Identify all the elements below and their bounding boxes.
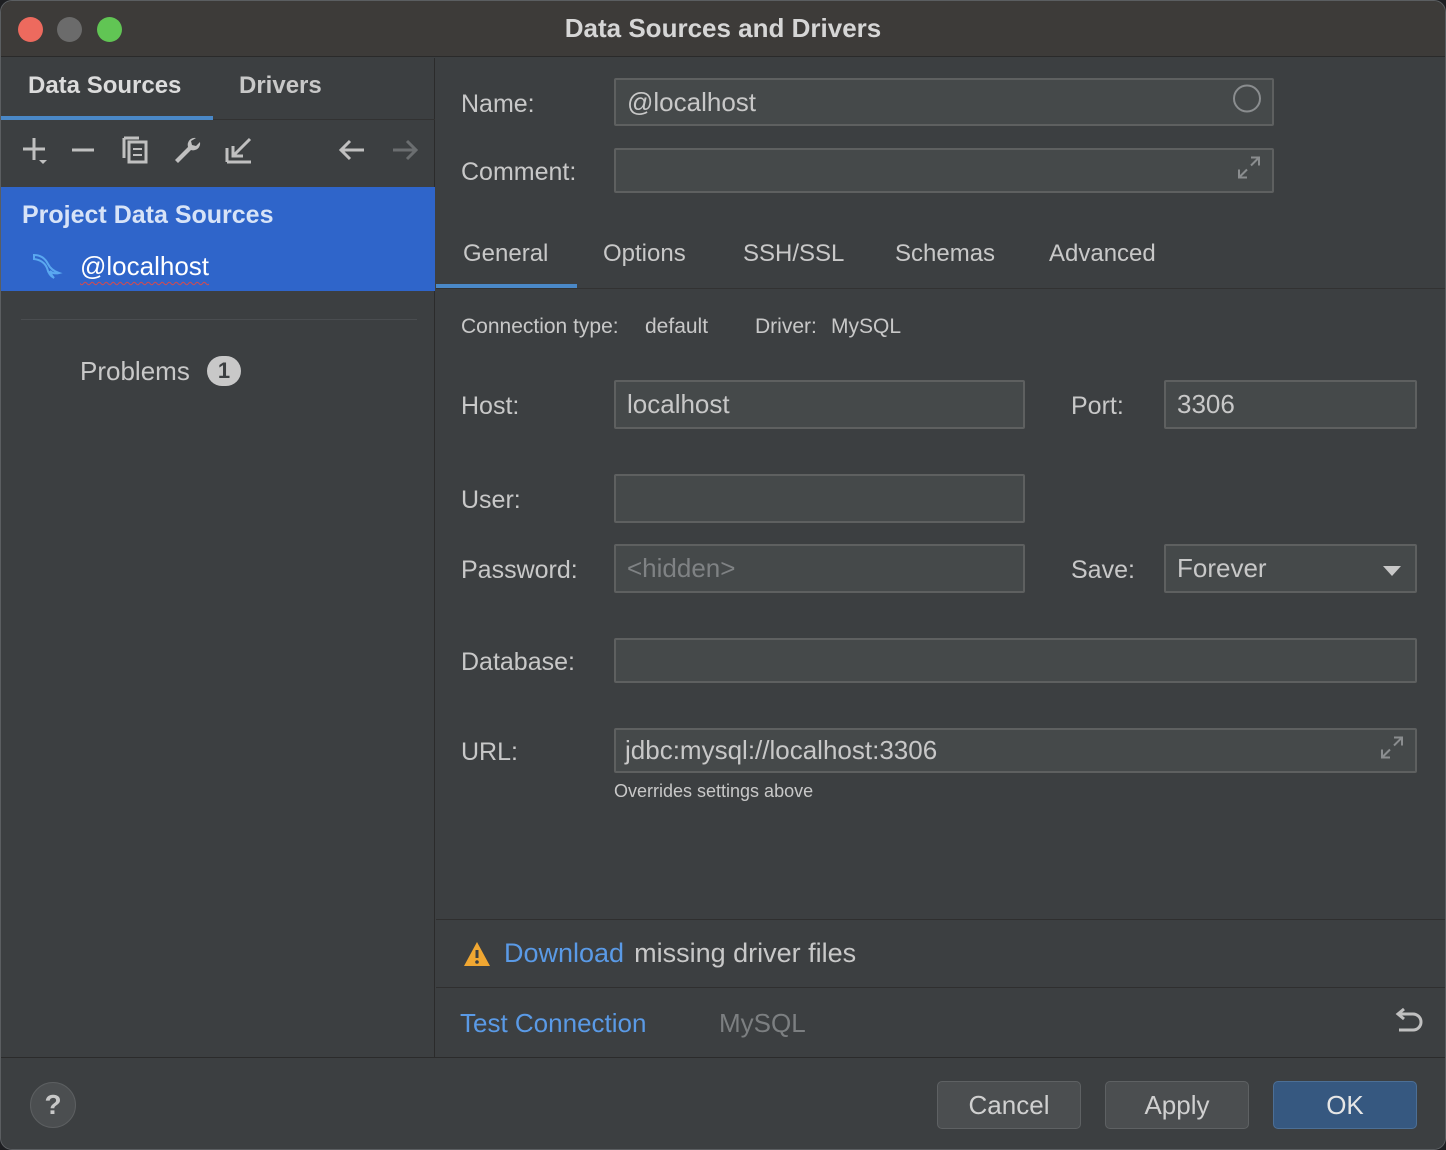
name-field[interactable]: @localhost bbox=[614, 78, 1274, 126]
expand-icon[interactable] bbox=[1236, 154, 1262, 187]
help-button[interactable]: ? bbox=[30, 1082, 76, 1128]
url-label: URL: bbox=[461, 738, 518, 766]
url-value: jdbc:mysql://localhost:3306 bbox=[625, 735, 938, 765]
download-link[interactable]: Download bbox=[504, 938, 624, 969]
active-tab-indicator bbox=[436, 284, 577, 288]
import-icon[interactable] bbox=[223, 134, 255, 166]
port-field[interactable]: 3306 bbox=[1164, 380, 1417, 429]
host-field[interactable]: localhost bbox=[614, 380, 1025, 429]
test-connection-link[interactable]: Test Connection bbox=[460, 1008, 646, 1039]
driver-warning: Download missing driver files bbox=[462, 938, 856, 969]
warning-icon bbox=[464, 941, 490, 966]
problems-count-badge: 1 bbox=[207, 356, 241, 386]
driver-name: MySQL bbox=[719, 1008, 806, 1038]
driver-label: Driver: bbox=[755, 315, 817, 338]
password-placeholder: <hidden> bbox=[627, 553, 736, 583]
tab-schemas[interactable]: Schemas bbox=[895, 240, 995, 268]
sidebar-tabs: Data Sources Drivers bbox=[1, 58, 435, 120]
host-value: localhost bbox=[627, 389, 730, 419]
back-arrow-icon[interactable] bbox=[336, 134, 368, 166]
save-label: Save: bbox=[1071, 556, 1135, 584]
revert-icon[interactable] bbox=[1391, 1006, 1425, 1040]
url-field[interactable]: jdbc:mysql://localhost:3306 bbox=[614, 728, 1417, 773]
tree-group-header[interactable]: Project Data Sources bbox=[22, 201, 274, 230]
tab-general[interactable]: General bbox=[463, 240, 548, 268]
divider bbox=[436, 987, 1445, 988]
color-picker-icon[interactable] bbox=[1232, 84, 1262, 121]
port-label: Port: bbox=[1071, 392, 1124, 420]
driver-link[interactable]: MySQL bbox=[831, 315, 901, 339]
database-label: Database: bbox=[461, 648, 575, 676]
mysql-dolphin-icon bbox=[31, 249, 63, 281]
main-panel: Name: @localhost Comment: General Option… bbox=[436, 58, 1445, 1057]
warning-text: missing driver files bbox=[634, 938, 857, 968]
add-icon[interactable] bbox=[19, 134, 51, 166]
forward-arrow-icon[interactable] bbox=[389, 134, 421, 166]
wrench-icon[interactable] bbox=[171, 134, 203, 166]
expand-icon[interactable] bbox=[1379, 734, 1405, 767]
sidebar: Data Sources Drivers Project Data Source… bbox=[1, 58, 435, 1057]
save-value: Forever bbox=[1177, 553, 1267, 583]
divider bbox=[436, 919, 1445, 920]
sidebar-toolbar bbox=[1, 120, 435, 186]
connection-type-link[interactable]: default bbox=[645, 315, 708, 339]
dialog-window: Data Sources and Drivers Data Sources Dr… bbox=[0, 0, 1446, 1150]
comment-field[interactable] bbox=[614, 148, 1274, 193]
tree-item-localhost[interactable]: @localhost bbox=[80, 251, 209, 282]
dialog-button-bar: ? Cancel Apply OK bbox=[1, 1057, 1445, 1149]
port-value: 3306 bbox=[1177, 389, 1235, 419]
name-label: Name: bbox=[461, 90, 535, 118]
user-label: User: bbox=[461, 486, 521, 514]
chevron-down-icon bbox=[1383, 565, 1401, 576]
user-field[interactable] bbox=[614, 474, 1025, 523]
tab-ssh-ssl[interactable]: SSH/SSL bbox=[743, 240, 844, 268]
connection-type-label: Connection type: bbox=[461, 315, 619, 338]
sidebar-divider bbox=[21, 319, 417, 320]
window-title: Data Sources and Drivers bbox=[564, 13, 882, 43]
password-field[interactable]: <hidden> bbox=[614, 544, 1025, 593]
url-hint: Overrides settings above bbox=[614, 781, 814, 801]
save-dropdown[interactable]: Forever bbox=[1164, 544, 1417, 593]
apply-button[interactable]: Apply bbox=[1105, 1081, 1249, 1129]
tab-advanced[interactable]: Advanced bbox=[1049, 240, 1156, 268]
name-value: @localhost bbox=[627, 86, 757, 117]
cancel-button[interactable]: Cancel bbox=[937, 1081, 1081, 1129]
tab-drivers[interactable]: Drivers bbox=[239, 72, 322, 100]
host-label: Host: bbox=[461, 392, 520, 420]
problems-item[interactable]: Problems bbox=[80, 356, 190, 387]
settings-tabs: General Options SSH/SSL Schemas Advanced bbox=[436, 230, 1445, 289]
password-label: Password: bbox=[461, 556, 578, 584]
title-bar: Data Sources and Drivers bbox=[1, 1, 1445, 57]
remove-icon[interactable] bbox=[67, 134, 99, 166]
duplicate-icon[interactable] bbox=[119, 134, 151, 166]
tab-data-sources[interactable]: Data Sources bbox=[28, 72, 181, 100]
comment-label: Comment: bbox=[461, 158, 577, 186]
ok-button[interactable]: OK bbox=[1273, 1081, 1417, 1129]
database-field[interactable] bbox=[614, 638, 1417, 683]
tree-selection: Project Data Sources @localhost bbox=[1, 187, 435, 291]
tab-options[interactable]: Options bbox=[603, 240, 686, 268]
